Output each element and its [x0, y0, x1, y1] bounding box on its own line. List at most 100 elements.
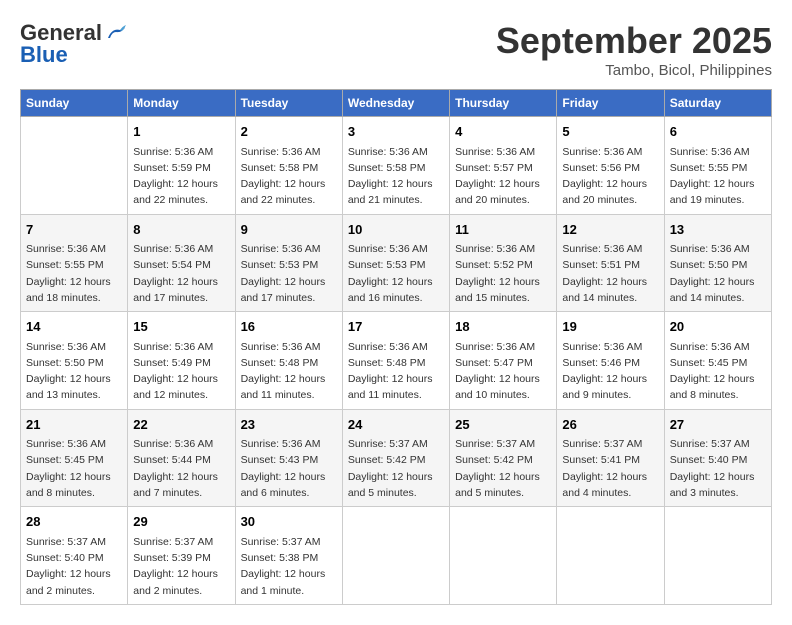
day-number: 19 — [562, 317, 658, 337]
calendar-cell: 22Sunrise: 5:36 AMSunset: 5:44 PMDayligh… — [128, 409, 235, 507]
day-info: Sunrise: 5:37 AMSunset: 5:41 PMDaylight:… — [562, 436, 658, 501]
week-row-5: 28Sunrise: 5:37 AMSunset: 5:40 PMDayligh… — [21, 507, 772, 605]
day-number: 1 — [133, 122, 229, 142]
calendar-cell — [21, 117, 128, 215]
day-number: 27 — [670, 415, 766, 435]
calendar-cell — [557, 507, 664, 605]
day-number: 2 — [241, 122, 337, 142]
calendar-cell: 9Sunrise: 5:36 AMSunset: 5:53 PMDaylight… — [235, 214, 342, 312]
calendar-cell: 25Sunrise: 5:37 AMSunset: 5:42 PMDayligh… — [450, 409, 557, 507]
column-header-monday: Monday — [128, 90, 235, 117]
day-number: 13 — [670, 220, 766, 240]
day-info: Sunrise: 5:36 AMSunset: 5:48 PMDaylight:… — [241, 339, 337, 404]
day-number: 16 — [241, 317, 337, 337]
logo: General Blue — [20, 20, 126, 68]
calendar-header-row: SundayMondayTuesdayWednesdayThursdayFrid… — [21, 90, 772, 117]
day-number: 5 — [562, 122, 658, 142]
calendar-cell: 5Sunrise: 5:36 AMSunset: 5:56 PMDaylight… — [557, 117, 664, 215]
day-number: 22 — [133, 415, 229, 435]
day-number: 3 — [348, 122, 444, 142]
day-info: Sunrise: 5:36 AMSunset: 5:58 PMDaylight:… — [241, 144, 337, 209]
day-number: 11 — [455, 220, 551, 240]
day-info: Sunrise: 5:37 AMSunset: 5:40 PMDaylight:… — [26, 534, 122, 599]
day-info: Sunrise: 5:36 AMSunset: 5:52 PMDaylight:… — [455, 241, 551, 306]
day-info: Sunrise: 5:36 AMSunset: 5:46 PMDaylight:… — [562, 339, 658, 404]
day-number: 28 — [26, 512, 122, 532]
day-number: 8 — [133, 220, 229, 240]
day-number: 20 — [670, 317, 766, 337]
calendar-cell: 14Sunrise: 5:36 AMSunset: 5:50 PMDayligh… — [21, 312, 128, 410]
calendar-cell: 2Sunrise: 5:36 AMSunset: 5:58 PMDaylight… — [235, 117, 342, 215]
day-number: 4 — [455, 122, 551, 142]
calendar-cell: 3Sunrise: 5:36 AMSunset: 5:58 PMDaylight… — [342, 117, 449, 215]
calendar-body: 1Sunrise: 5:36 AMSunset: 5:59 PMDaylight… — [21, 117, 772, 605]
month-title: September 2025 — [496, 20, 772, 62]
day-info: Sunrise: 5:36 AMSunset: 5:49 PMDaylight:… — [133, 339, 229, 404]
calendar-cell: 27Sunrise: 5:37 AMSunset: 5:40 PMDayligh… — [664, 409, 771, 507]
day-info: Sunrise: 5:36 AMSunset: 5:55 PMDaylight:… — [26, 241, 122, 306]
calendar-cell: 21Sunrise: 5:36 AMSunset: 5:45 PMDayligh… — [21, 409, 128, 507]
day-number: 14 — [26, 317, 122, 337]
calendar-cell: 11Sunrise: 5:36 AMSunset: 5:52 PMDayligh… — [450, 214, 557, 312]
day-info: Sunrise: 5:36 AMSunset: 5:53 PMDaylight:… — [241, 241, 337, 306]
title-block: September 2025 Tambo, Bicol, Philippines — [496, 20, 772, 79]
day-number: 7 — [26, 220, 122, 240]
day-number: 10 — [348, 220, 444, 240]
day-info: Sunrise: 5:36 AMSunset: 5:47 PMDaylight:… — [455, 339, 551, 404]
day-info: Sunrise: 5:36 AMSunset: 5:51 PMDaylight:… — [562, 241, 658, 306]
calendar-cell: 15Sunrise: 5:36 AMSunset: 5:49 PMDayligh… — [128, 312, 235, 410]
day-info: Sunrise: 5:36 AMSunset: 5:58 PMDaylight:… — [348, 144, 444, 209]
calendar-cell — [450, 507, 557, 605]
day-info: Sunrise: 5:36 AMSunset: 5:44 PMDaylight:… — [133, 436, 229, 501]
day-info: Sunrise: 5:36 AMSunset: 5:50 PMDaylight:… — [26, 339, 122, 404]
calendar-cell: 10Sunrise: 5:36 AMSunset: 5:53 PMDayligh… — [342, 214, 449, 312]
calendar-cell — [342, 507, 449, 605]
calendar-cell: 12Sunrise: 5:36 AMSunset: 5:51 PMDayligh… — [557, 214, 664, 312]
day-info: Sunrise: 5:36 AMSunset: 5:53 PMDaylight:… — [348, 241, 444, 306]
day-number: 17 — [348, 317, 444, 337]
day-number: 25 — [455, 415, 551, 435]
day-number: 30 — [241, 512, 337, 532]
day-info: Sunrise: 5:36 AMSunset: 5:43 PMDaylight:… — [241, 436, 337, 501]
day-info: Sunrise: 5:37 AMSunset: 5:42 PMDaylight:… — [455, 436, 551, 501]
day-info: Sunrise: 5:37 AMSunset: 5:38 PMDaylight:… — [241, 534, 337, 599]
day-number: 12 — [562, 220, 658, 240]
day-info: Sunrise: 5:36 AMSunset: 5:50 PMDaylight:… — [670, 241, 766, 306]
calendar-cell: 24Sunrise: 5:37 AMSunset: 5:42 PMDayligh… — [342, 409, 449, 507]
calendar-cell: 20Sunrise: 5:36 AMSunset: 5:45 PMDayligh… — [664, 312, 771, 410]
day-number: 21 — [26, 415, 122, 435]
calendar-cell: 26Sunrise: 5:37 AMSunset: 5:41 PMDayligh… — [557, 409, 664, 507]
calendar-cell: 8Sunrise: 5:36 AMSunset: 5:54 PMDaylight… — [128, 214, 235, 312]
week-row-3: 14Sunrise: 5:36 AMSunset: 5:50 PMDayligh… — [21, 312, 772, 410]
day-number: 15 — [133, 317, 229, 337]
page-header: General Blue September 2025 Tambo, Bicol… — [20, 20, 772, 79]
calendar-cell: 6Sunrise: 5:36 AMSunset: 5:55 PMDaylight… — [664, 117, 771, 215]
day-number: 9 — [241, 220, 337, 240]
day-number: 18 — [455, 317, 551, 337]
calendar-table: SundayMondayTuesdayWednesdayThursdayFrid… — [20, 89, 772, 605]
location-subtitle: Tambo, Bicol, Philippines — [496, 62, 772, 79]
day-info: Sunrise: 5:37 AMSunset: 5:39 PMDaylight:… — [133, 534, 229, 599]
day-number: 23 — [241, 415, 337, 435]
calendar-cell: 18Sunrise: 5:36 AMSunset: 5:47 PMDayligh… — [450, 312, 557, 410]
day-info: Sunrise: 5:36 AMSunset: 5:48 PMDaylight:… — [348, 339, 444, 404]
column-header-friday: Friday — [557, 90, 664, 117]
calendar-cell: 1Sunrise: 5:36 AMSunset: 5:59 PMDaylight… — [128, 117, 235, 215]
logo-blue: Blue — [20, 42, 68, 68]
calendar-cell: 19Sunrise: 5:36 AMSunset: 5:46 PMDayligh… — [557, 312, 664, 410]
day-number: 24 — [348, 415, 444, 435]
day-info: Sunrise: 5:36 AMSunset: 5:57 PMDaylight:… — [455, 144, 551, 209]
calendar-cell: 23Sunrise: 5:36 AMSunset: 5:43 PMDayligh… — [235, 409, 342, 507]
column-header-thursday: Thursday — [450, 90, 557, 117]
week-row-4: 21Sunrise: 5:36 AMSunset: 5:45 PMDayligh… — [21, 409, 772, 507]
day-info: Sunrise: 5:37 AMSunset: 5:42 PMDaylight:… — [348, 436, 444, 501]
calendar-cell: 4Sunrise: 5:36 AMSunset: 5:57 PMDaylight… — [450, 117, 557, 215]
day-number: 26 — [562, 415, 658, 435]
calendar-cell: 13Sunrise: 5:36 AMSunset: 5:50 PMDayligh… — [664, 214, 771, 312]
column-header-saturday: Saturday — [664, 90, 771, 117]
day-info: Sunrise: 5:36 AMSunset: 5:59 PMDaylight:… — [133, 144, 229, 209]
week-row-2: 7Sunrise: 5:36 AMSunset: 5:55 PMDaylight… — [21, 214, 772, 312]
day-number: 6 — [670, 122, 766, 142]
day-info: Sunrise: 5:36 AMSunset: 5:56 PMDaylight:… — [562, 144, 658, 209]
calendar-cell: 16Sunrise: 5:36 AMSunset: 5:48 PMDayligh… — [235, 312, 342, 410]
